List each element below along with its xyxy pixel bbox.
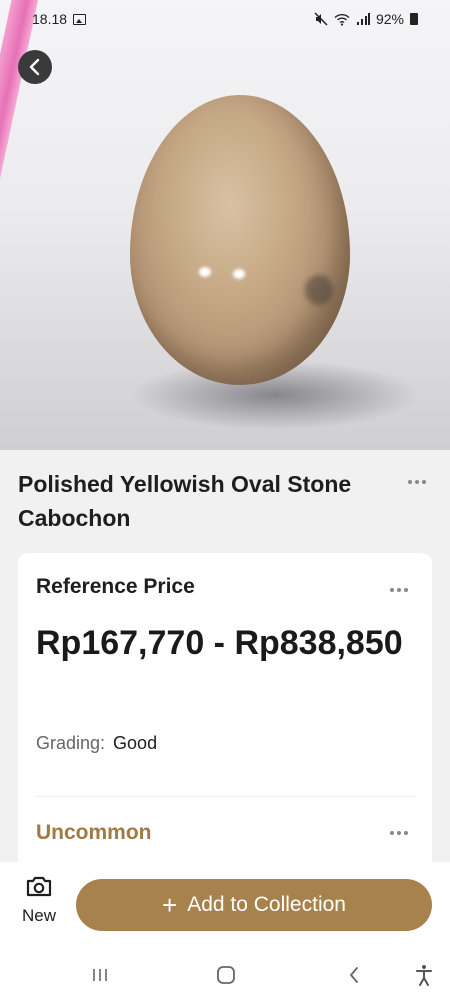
recent-apps-icon[interactable] [86, 962, 114, 988]
more-options-icon[interactable] [390, 588, 408, 592]
grading-row: Grading: Good [36, 733, 157, 754]
bottom-action-bar: New + Add to Collection [0, 862, 450, 950]
product-title: Polished Yellowish Oval Stone Cabochon [18, 471, 352, 531]
camera-icon [26, 876, 52, 897]
plus-icon: + [162, 890, 178, 920]
mute-icon [314, 12, 328, 26]
status-bar: 18.18 92% [0, 0, 450, 38]
add-to-collection-label: Add to Collection [187, 893, 346, 916]
battery-percent: 92% [375, 11, 404, 27]
more-options-icon[interactable] [390, 831, 408, 835]
back-nav-icon[interactable] [340, 962, 368, 988]
grading-label: Grading: [36, 733, 106, 753]
product-image [0, 0, 450, 450]
accessibility-icon[interactable] [410, 962, 438, 988]
rarity-label: Uncommon [36, 821, 152, 844]
system-navigation-bar [0, 950, 450, 1000]
grading-value: Good [113, 733, 158, 753]
add-to-collection-button[interactable]: + Add to Collection [76, 879, 432, 931]
battery-icon [410, 13, 418, 25]
new-label: New [21, 906, 56, 925]
status-time: 18.18 [32, 11, 68, 27]
gallery-notification-icon [73, 13, 87, 25]
wifi-icon [334, 13, 350, 26]
reference-price-heading: Reference Price [36, 575, 195, 598]
more-options-icon[interactable] [408, 480, 426, 484]
home-icon[interactable] [212, 962, 240, 988]
back-button[interactable] [18, 50, 52, 84]
back-arrow-icon [29, 58, 40, 76]
price-range: Rp167,770 - Rp838,850 [36, 624, 403, 662]
divider [36, 796, 416, 797]
signal-icon [356, 13, 370, 25]
new-scan-button[interactable]: New [14, 874, 64, 934]
